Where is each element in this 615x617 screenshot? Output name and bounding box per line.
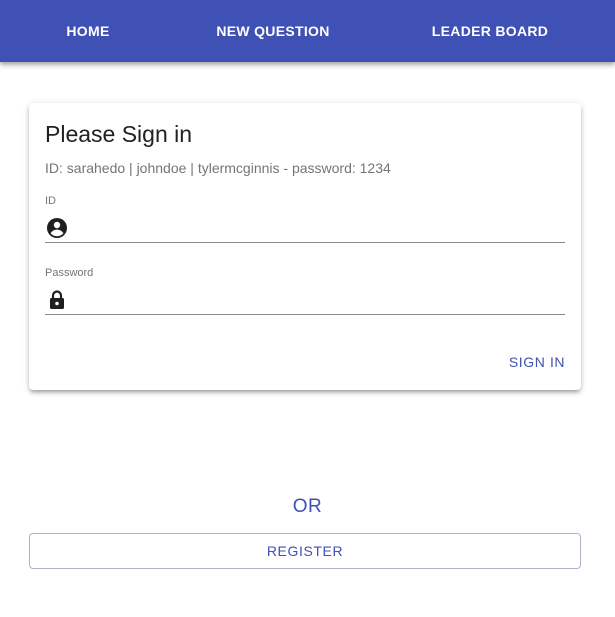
sign-in-button[interactable]: SIGN IN bbox=[501, 344, 573, 380]
account-circle-icon bbox=[45, 216, 69, 240]
id-field-row bbox=[45, 213, 565, 243]
id-field-label: ID bbox=[45, 195, 56, 207]
or-divider-text: OR bbox=[292, 496, 323, 517]
signin-card: Please Sign in ID: sarahedo | johndoe | … bbox=[29, 103, 581, 390]
card-title: Please Sign in bbox=[45, 121, 193, 147]
id-input[interactable] bbox=[79, 215, 563, 241]
register-button[interactable]: REGISTER bbox=[29, 533, 581, 569]
tab-leader-board[interactable]: LEADER BOARD bbox=[430, 0, 550, 62]
tab-home[interactable]: HOME bbox=[58, 0, 118, 62]
tab-new-question[interactable]: NEW QUESTION bbox=[210, 0, 336, 62]
password-field-row bbox=[45, 285, 565, 315]
app-bar: HOME NEW QUESTION LEADER BOARD bbox=[0, 0, 615, 62]
password-field-label: Password bbox=[45, 267, 94, 279]
credentials-hint: ID: sarahedo | johndoe | tylermcginnis -… bbox=[45, 160, 391, 176]
password-input[interactable] bbox=[79, 287, 563, 313]
lock-icon bbox=[45, 288, 69, 312]
